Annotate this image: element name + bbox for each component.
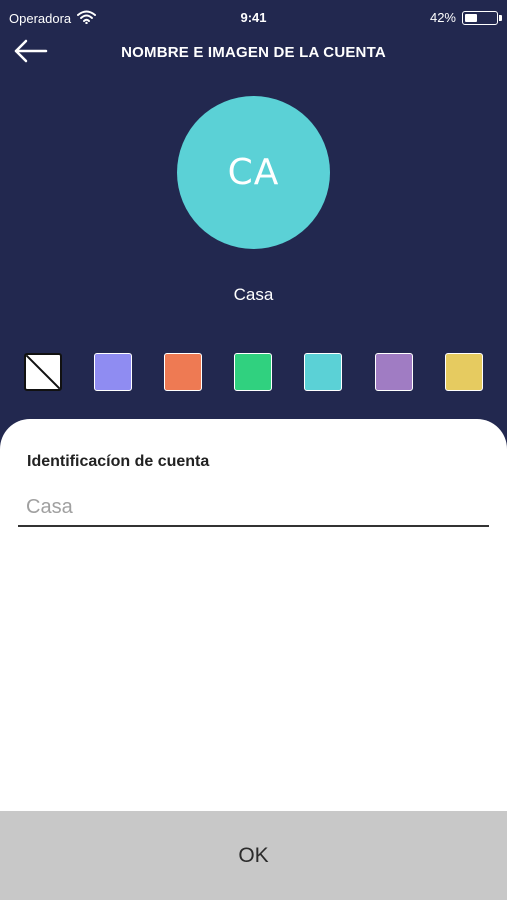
status-right: 42% xyxy=(429,10,502,25)
avatar[interactable]: CA xyxy=(177,96,330,249)
swatch-purple[interactable] xyxy=(375,353,413,391)
battery-fill xyxy=(465,13,478,22)
ok-button-label: OK xyxy=(238,843,269,867)
battery-tip xyxy=(499,14,502,21)
swatch-turquoise[interactable] xyxy=(304,353,342,391)
color-swatches xyxy=(24,353,486,393)
swatch-green[interactable] xyxy=(234,353,272,391)
arrow-left-icon xyxy=(12,39,48,70)
avatar-initials: CA xyxy=(227,152,280,193)
page-title: NOMBRE E IMAGEN DE LA CUENTA xyxy=(121,44,386,61)
account-id-label: Identificacíon de cuenta xyxy=(27,453,210,470)
header: NOMBRE E IMAGEN DE LA CUENTA xyxy=(0,34,507,74)
account-name-image-screen: Operadora 9:41 42% NOMBRE E IMAGEN DE LA… xyxy=(0,0,507,900)
swatch-periwinkle[interactable] xyxy=(94,353,132,391)
account-name: Casa xyxy=(233,285,274,304)
battery-percent: 42% xyxy=(429,10,456,25)
status-bar: Operadora 9:41 42% xyxy=(0,0,507,36)
back-button[interactable] xyxy=(12,36,52,70)
ok-button[interactable]: OK xyxy=(0,811,507,900)
swatch-yellow[interactable] xyxy=(445,353,483,391)
swatch-orange[interactable] xyxy=(164,353,202,391)
account-id-input[interactable] xyxy=(18,489,489,527)
no-color-icon xyxy=(26,355,60,389)
swatch-none[interactable] xyxy=(24,353,62,391)
battery-icon xyxy=(462,10,502,25)
